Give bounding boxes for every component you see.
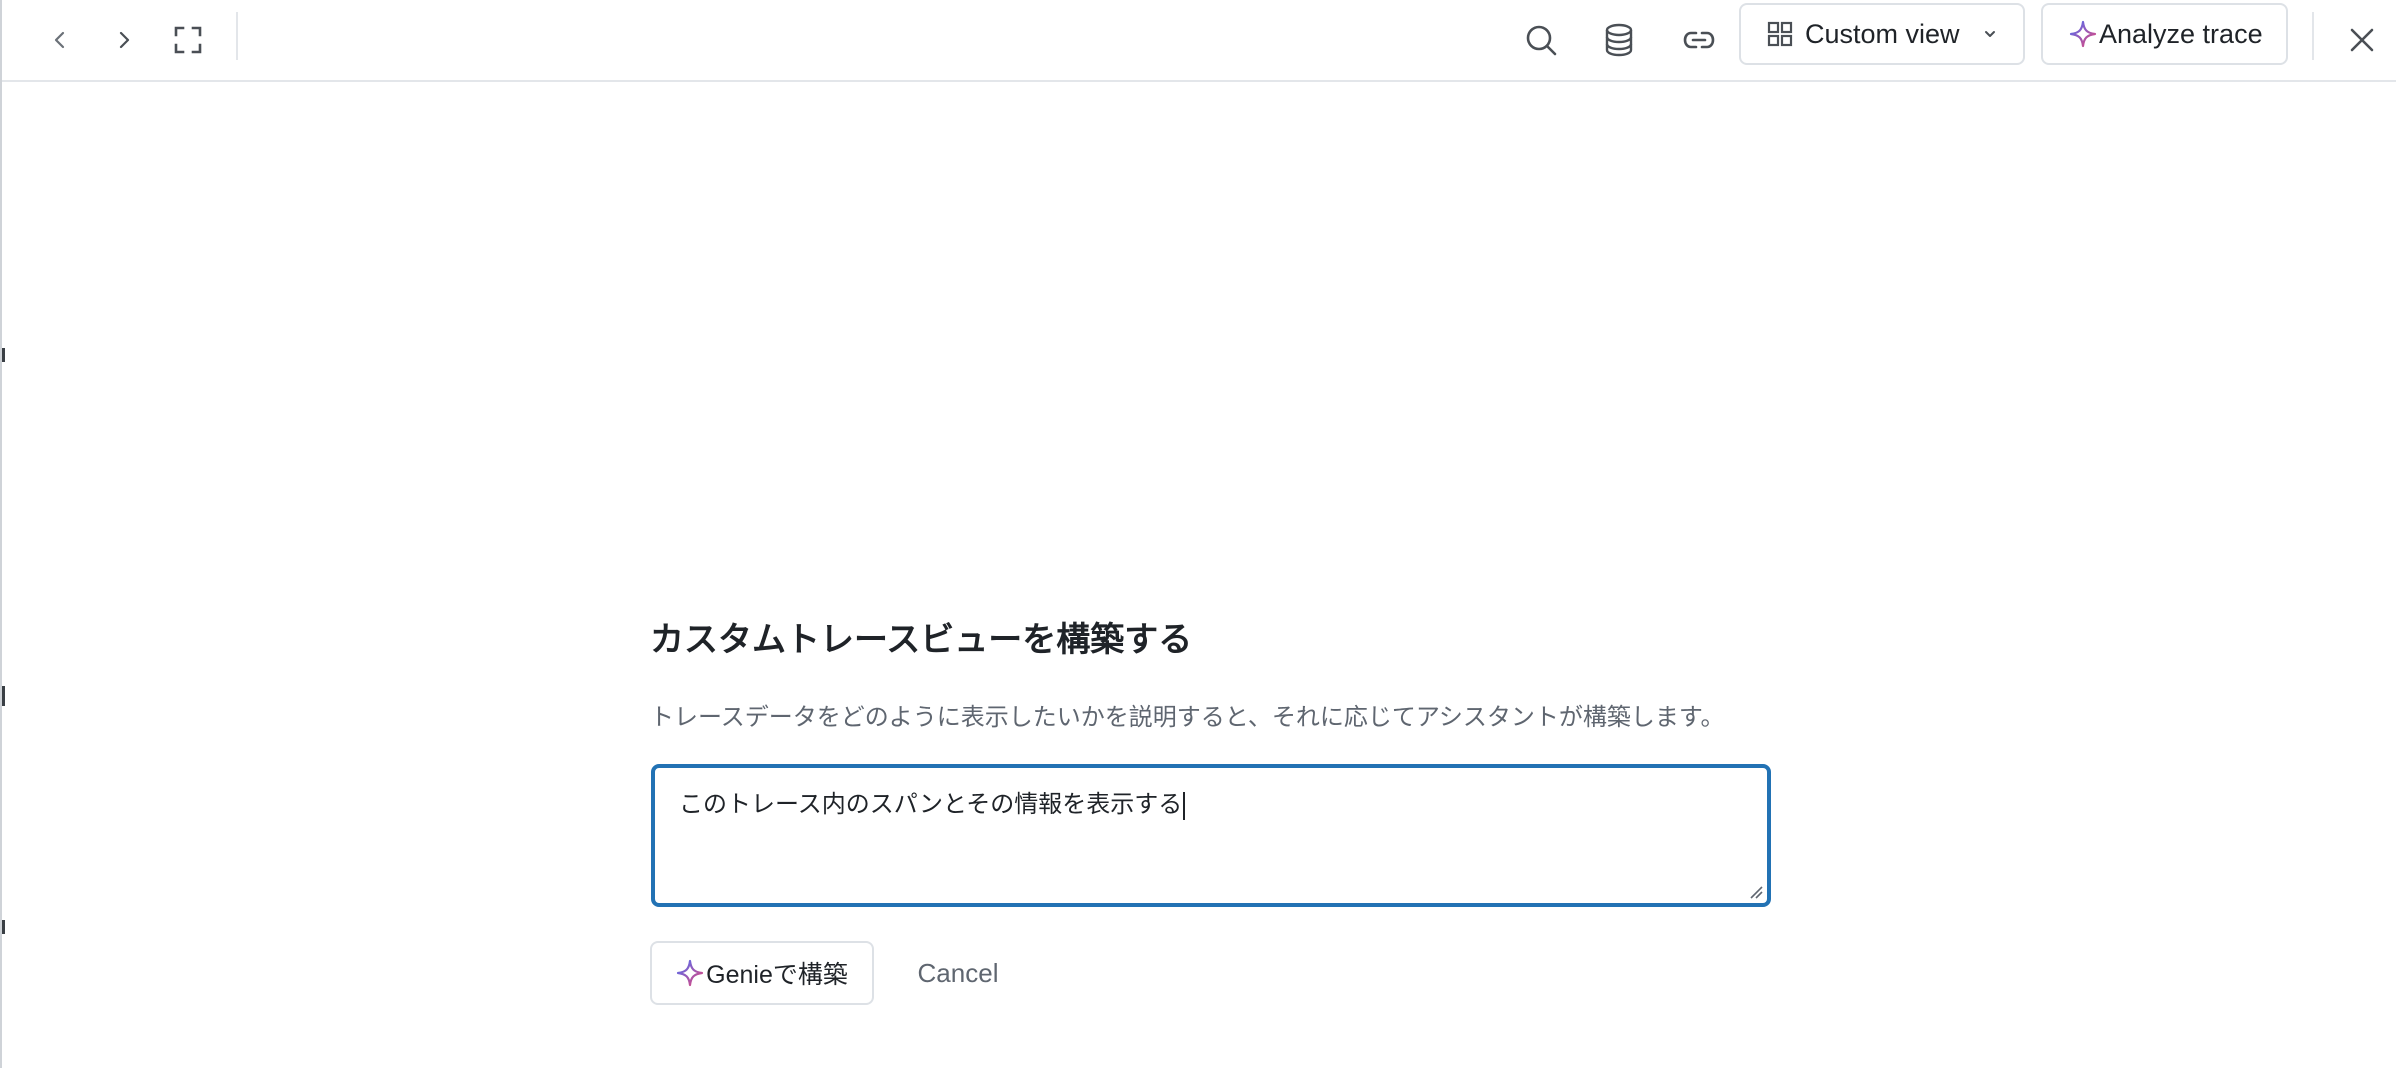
edge-artifact bbox=[2, 348, 5, 362]
search-icon bbox=[1526, 25, 1557, 56]
link-icon bbox=[1683, 31, 1715, 49]
copy-link-button[interactable] bbox=[1671, 12, 1727, 68]
chevron-down-icon bbox=[1984, 31, 1995, 37]
back-button[interactable] bbox=[32, 12, 88, 68]
close-icon bbox=[2350, 28, 2374, 52]
custom-view-label: Custom view bbox=[1805, 18, 1960, 49]
edge-artifact bbox=[2, 686, 5, 706]
close-button[interactable] bbox=[2334, 12, 2390, 68]
chevron-right-icon bbox=[119, 31, 130, 49]
edge-artifact bbox=[2, 920, 5, 934]
fullscreen-button[interactable] bbox=[160, 12, 216, 68]
dialog-description: トレースデータをどのように表示したいかを説明すると、それに応じてアシスタントが構… bbox=[650, 704, 1725, 731]
dialog-title: カスタムトレースビューを構築する bbox=[650, 621, 1193, 659]
build-with-genie-button[interactable]: Genieで構築 bbox=[650, 941, 874, 1005]
build-with-genie-label: Genieで構築 bbox=[706, 961, 848, 989]
analyze-trace-label: Analyze trace bbox=[2099, 18, 2263, 49]
app-window: Custom view Analyze trace カスタムトレースビューを構築… bbox=[0, 0, 2396, 1068]
prompt-textarea[interactable]: このトレース内のスパンとその情報を表示する bbox=[651, 764, 1771, 907]
cancel-button[interactable]: Cancel bbox=[892, 941, 1024, 1005]
toolbar-divider bbox=[2312, 12, 2314, 60]
sparkle-icon bbox=[677, 959, 704, 987]
toolbar-divider bbox=[236, 12, 238, 60]
forward-button[interactable] bbox=[96, 12, 152, 68]
database-icon bbox=[1605, 23, 1633, 57]
chevron-left-icon bbox=[54, 31, 65, 49]
top-toolbar: Custom view Analyze trace bbox=[2, 0, 2396, 82]
sparkle-icon bbox=[2069, 20, 2097, 48]
resize-handle-icon[interactable] bbox=[1749, 885, 1763, 899]
dataset-button[interactable] bbox=[1591, 12, 1647, 68]
custom-view-dropdown[interactable]: Custom view bbox=[1739, 3, 2025, 65]
prompt-value: このトレース内のスパンとその情報を表示する bbox=[679, 791, 1183, 818]
search-button[interactable] bbox=[1513, 12, 1569, 68]
text-caret bbox=[1183, 791, 1186, 820]
grid-icon bbox=[1767, 21, 1793, 47]
expand-icon bbox=[174, 26, 202, 54]
analyze-trace-button[interactable]: Analyze trace bbox=[2041, 3, 2288, 65]
